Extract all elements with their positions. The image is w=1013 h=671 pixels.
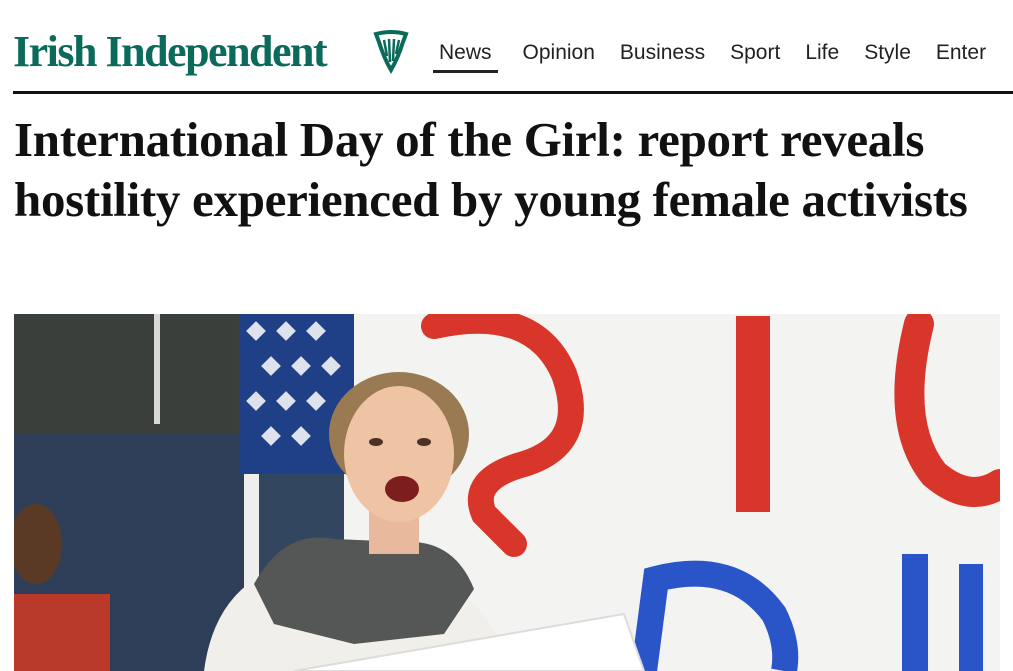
- article-hero-image[interactable]: [14, 314, 1000, 671]
- harp-icon[interactable]: [373, 30, 409, 74]
- nav-item-entertainment[interactable]: Enter: [936, 36, 986, 70]
- nav-item-business[interactable]: Business: [620, 36, 705, 70]
- masthead: Irish Independent News Opinion Business …: [0, 0, 1013, 92]
- masthead-divider: [13, 91, 1013, 94]
- nav-item-style[interactable]: Style: [864, 36, 911, 70]
- nav-item-life[interactable]: Life: [805, 36, 839, 70]
- nav-item-opinion[interactable]: Opinion: [523, 36, 595, 70]
- site-logo[interactable]: Irish Independent: [13, 26, 328, 78]
- nav-item-news[interactable]: News: [433, 36, 498, 73]
- main-nav: News Opinion Business Sport Life Style E…: [433, 36, 1011, 76]
- article-headline: International Day of the Girl: report re…: [14, 112, 968, 227]
- nav-item-sport[interactable]: Sport: [730, 36, 780, 70]
